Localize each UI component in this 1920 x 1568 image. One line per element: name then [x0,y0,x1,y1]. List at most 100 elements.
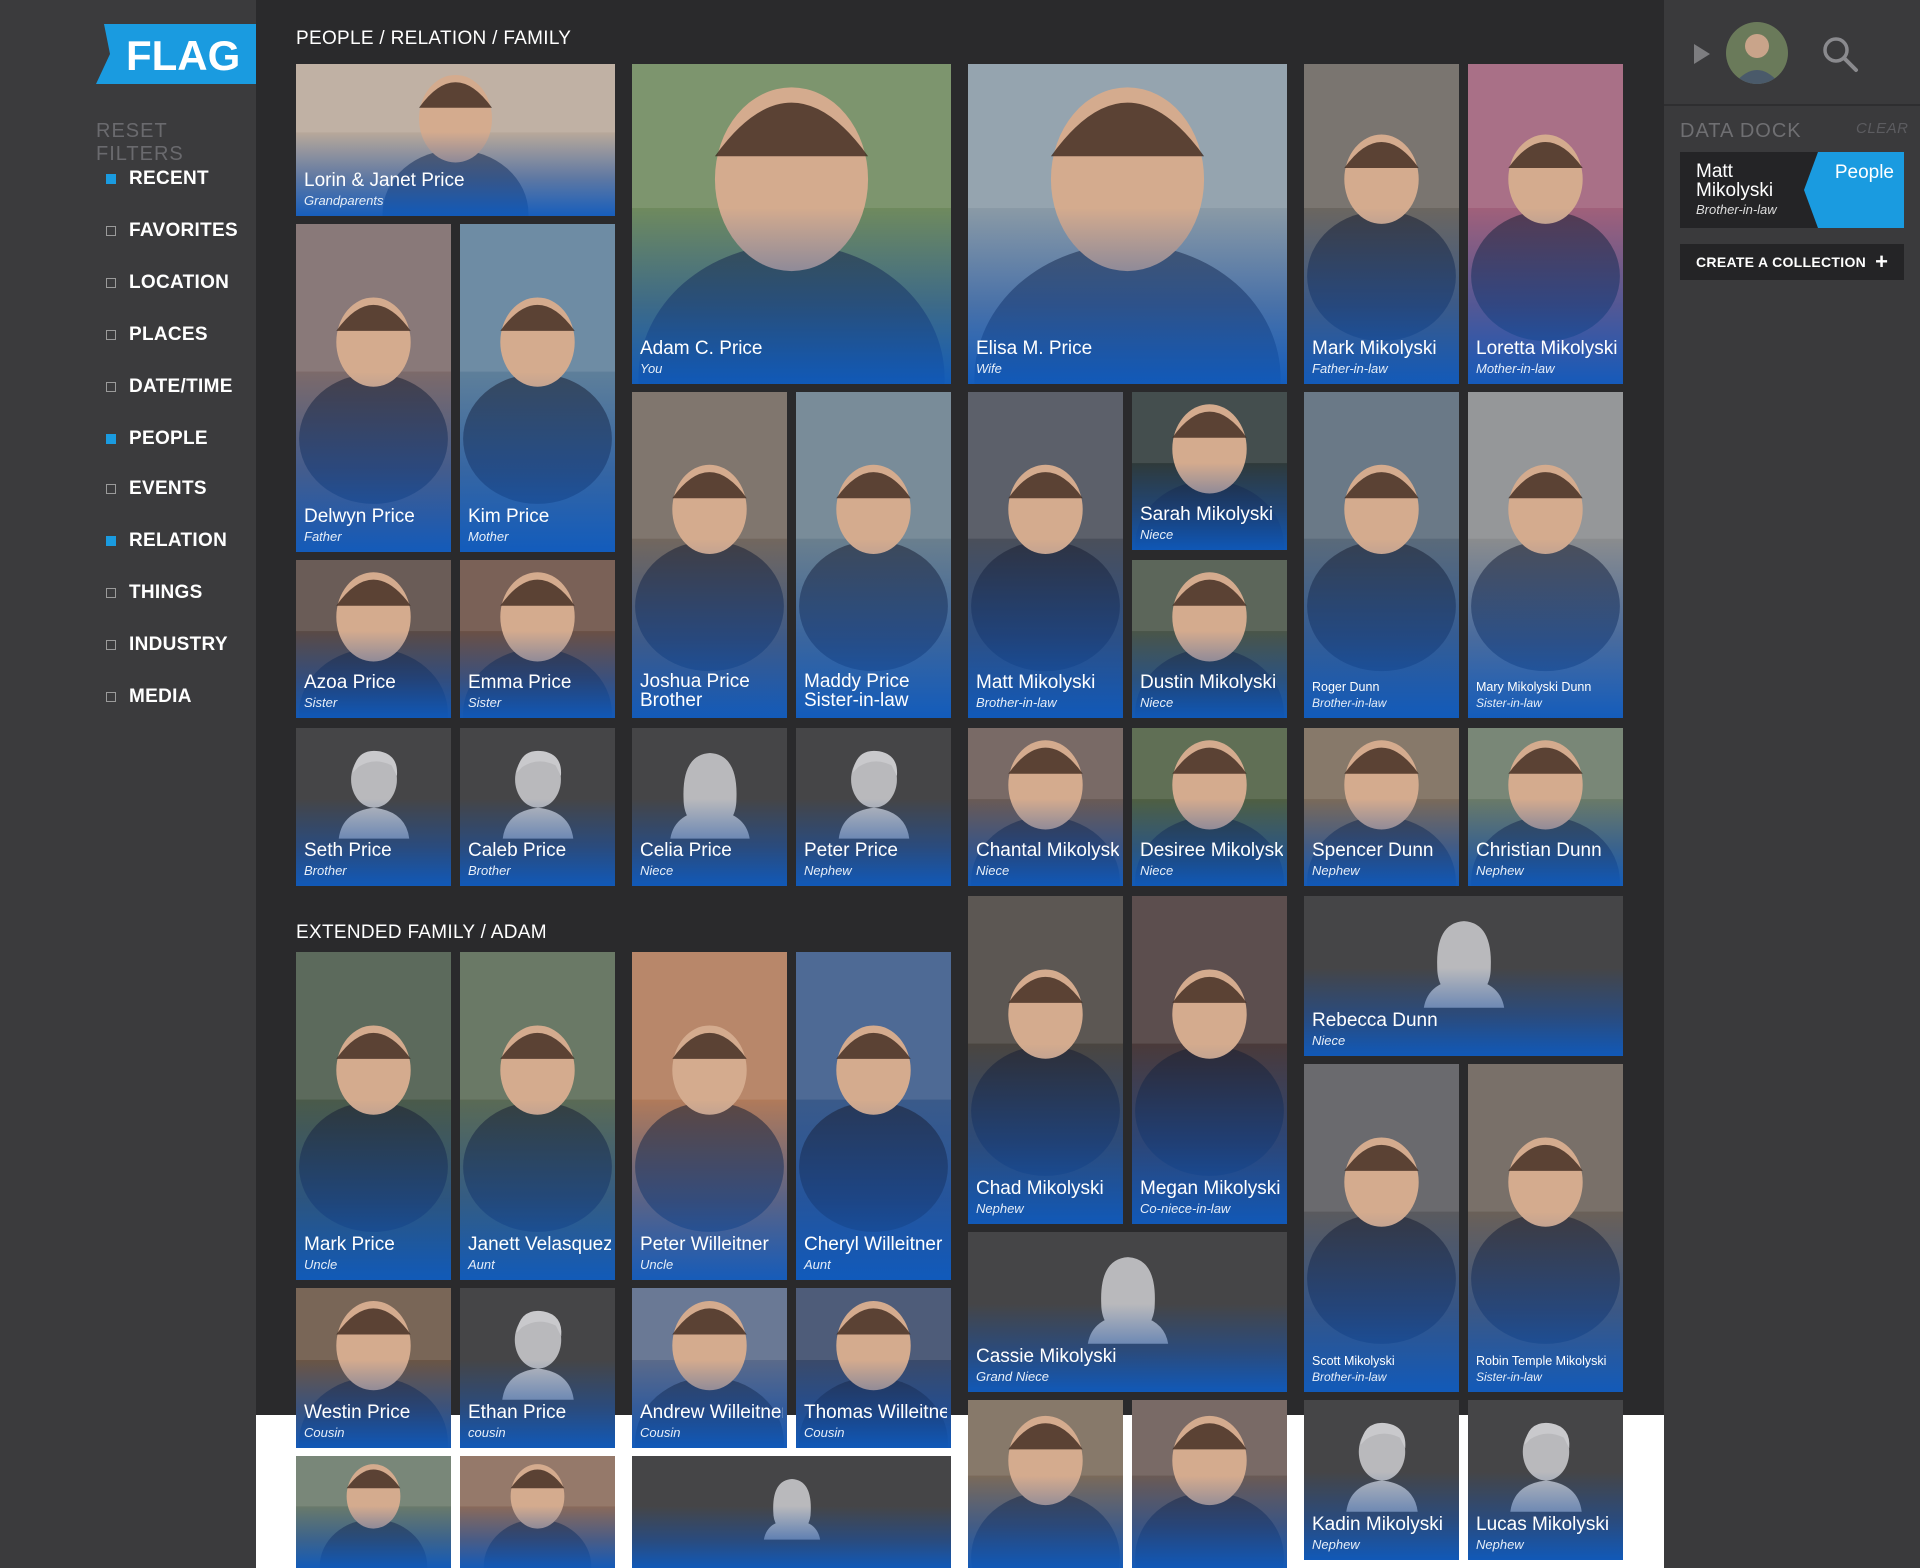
filter-location[interactable]: LOCATION [106,272,229,294]
person-card[interactable]: Peter Willeitner Uncle [632,952,787,1280]
person-name: Joshua Price Brother [640,672,750,710]
person-relation: Wife [976,361,1002,376]
filter-industry[interactable]: INDUSTRY [106,634,228,656]
person-card[interactable]: Desiree Mikolyski Niece [1132,728,1287,886]
person-relation: Co-niece-in-law [1140,1201,1231,1216]
person-name: Mark Price [304,1235,395,1254]
person-card[interactable]: Roger Dunn Brother-in-law [1304,392,1459,718]
person-card-partial[interactable] [296,1456,451,1568]
person-card[interactable]: Joshua Price Brother [632,392,787,718]
person-card[interactable]: Christian Dunn Nephew [1468,728,1623,886]
person-relation: Niece [640,863,674,878]
person-relation: Brother-in-law [976,695,1057,710]
person-card-partial[interactable] [1132,1400,1287,1568]
person-card[interactable]: Mark Price Uncle [296,952,451,1280]
person-card[interactable]: Rebecca Dunn Niece [1304,896,1623,1056]
person-card[interactable]: Cassie Mikolyski Grand Niece [968,1232,1287,1392]
person-relation: Nephew [1476,1537,1524,1552]
person-card[interactable]: Peter Price Nephew [796,728,951,886]
person-card-partial[interactable] [968,1400,1123,1568]
person-card[interactable]: Loretta Mikolyski Mother-in-law [1468,64,1623,384]
person-name: Emma Price [468,673,572,692]
person-card[interactable]: Chantal Mikolyski Niece [968,728,1123,886]
person-card[interactable]: Kim Price Mother [460,224,615,552]
person-card[interactable]: Sarah Mikolyski Niece [1132,392,1287,550]
person-card[interactable]: Mark Mikolyski Father-in-law [1304,64,1459,384]
logo-text: FLAG [126,32,240,79]
person-card-partial[interactable] [632,1456,951,1568]
person-card[interactable]: Robin Temple Mikolyski Sister-in-law [1468,1064,1623,1392]
checkbox-icon[interactable] [106,434,116,444]
create-collection-button[interactable]: CREATE A COLLECTION + [1680,244,1904,280]
checkbox-icon[interactable] [106,330,116,340]
person-card[interactable]: Matt Mikolyski Brother-in-law [968,392,1123,718]
person-card[interactable]: Spencer Dunn Nephew [1304,728,1459,886]
filter-date-time[interactable]: DATE/TIME [106,376,233,398]
person-card-partial[interactable] [460,1456,615,1568]
dock-item-relation: Brother-in-law [1696,202,1777,217]
person-card[interactable]: Adam C. Price You [632,64,951,384]
checkbox-icon[interactable] [106,278,116,288]
checkbox-icon[interactable] [106,692,116,702]
person-card[interactable]: Elisa M. Price Wife [968,64,1287,384]
checkbox-icon[interactable] [106,226,116,236]
person-card[interactable]: Lucas Mikolyski Nephew [1468,1400,1623,1560]
person-relation: Brother-in-law [1312,1370,1387,1384]
clear-button[interactable]: CLEAR [1856,120,1909,137]
checkbox-icon[interactable] [106,484,116,494]
search-icon[interactable] [1820,34,1860,74]
card-gradient [460,1506,615,1568]
filter-recent[interactable]: RECENT [106,168,209,190]
filter-relation[interactable]: RELATION [106,530,227,552]
filter-people[interactable]: PEOPLE [106,428,208,450]
checkbox-icon[interactable] [106,174,116,184]
person-card[interactable]: Kadin Mikolyski Nephew [1304,1400,1459,1560]
person-card[interactable]: Caleb Price Brother [460,728,615,886]
person-card[interactable]: Andrew Willeitner Cousin [632,1288,787,1448]
checkbox-icon[interactable] [106,382,116,392]
dock-item[interactable]: Matt Mikolyski Brother-in-law People [1680,152,1904,228]
play-icon[interactable] [1694,44,1710,64]
person-card[interactable]: Celia Price Niece [632,728,787,886]
plus-icon: + [1875,249,1888,274]
reset-filters-button[interactable]: RESET FILTERS [96,120,256,166]
person-name: Chantal Mikolyski [976,841,1119,860]
person-card[interactable]: Mary Mikolyski Dunn Sister-in-law [1468,392,1623,718]
filter-media[interactable]: MEDIA [106,686,192,708]
person-card[interactable]: Emma Price Sister [460,560,615,718]
checkbox-icon[interactable] [106,640,116,650]
person-name: Chad Mikolyski [976,1179,1104,1198]
person-card[interactable]: Chad Mikolyski Nephew [968,896,1123,1224]
filter-label: RELATION [129,530,228,551]
person-card[interactable]: Seth Price Brother [296,728,451,886]
person-card[interactable]: Janett Velasquez Aunt [460,952,615,1280]
checkbox-icon[interactable] [106,536,116,546]
person-relation: Father [304,529,342,544]
filter-label: EVENTS [129,478,207,499]
person-card[interactable]: Westin Price Cousin [296,1288,451,1448]
person-card[interactable]: Azoa Price Sister [296,560,451,718]
person-card[interactable]: Thomas Willeitner Cousin [796,1288,951,1448]
person-card[interactable]: Maddy Price Sister-in-law [796,392,951,718]
person-card[interactable]: Dustin Mikolyski Niece [1132,560,1287,718]
dock-toolbar [1664,0,1920,106]
flag-logo[interactable]: FLAG [96,24,264,92]
filter-favorites[interactable]: FAVORITES [106,220,238,242]
filter-places[interactable]: PLACES [106,324,208,346]
person-relation: Sister-in-law [1476,1370,1542,1384]
avatar[interactable] [1726,22,1788,84]
person-name: Spencer Dunn [1312,841,1434,860]
checkbox-icon[interactable] [106,588,116,598]
person-name: Adam C. Price [640,339,763,358]
filter-events[interactable]: EVENTS [106,478,207,500]
person-card[interactable]: Delwyn Price Father [296,224,451,552]
person-card[interactable]: Megan Mikolyski Co-niece-in-law [1132,896,1287,1224]
filter-label: RECENT [129,168,209,189]
person-card[interactable]: Lorin & Janet Price Grandparents [296,64,615,216]
person-card[interactable]: Cheryl Willeitner Aunt [796,952,951,1280]
person-card[interactable]: Ethan Price cousin [460,1288,615,1448]
person-card[interactable]: Scott Mikolyski Brother-in-law [1304,1064,1459,1392]
filter-things[interactable]: THINGS [106,582,203,604]
person-name: Thomas Willeitner [804,1403,947,1422]
person-relation: Brother-in-law [1312,696,1387,710]
